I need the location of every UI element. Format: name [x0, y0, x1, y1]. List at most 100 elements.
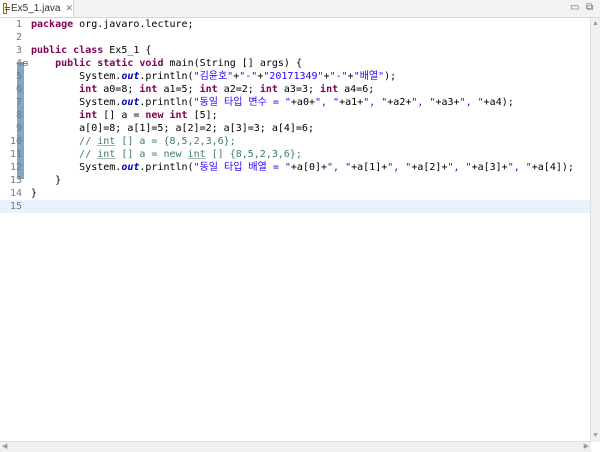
code-editor[interactable]: 1 package org.javaro.lecture; 2 3 public…: [0, 18, 591, 442]
code-text: +a[1]+: [351, 162, 388, 173]
code-line-10: 10 // int [] a = {8,5,2,3,6};: [0, 135, 591, 148]
comment: [] a = new: [115, 149, 188, 160]
code-text: +a[2]+: [411, 162, 448, 173]
maximize-icon[interactable]: ⧉: [586, 2, 593, 14]
code-text: +a0+: [290, 97, 315, 108]
comment-word: int: [187, 149, 206, 160]
line-number: 9: [15, 123, 22, 134]
line-number: 3: [15, 45, 22, 56]
minimize-icon[interactable]: ▭: [570, 2, 579, 14]
string-literal: ", ": [363, 97, 388, 108]
static-field: out: [121, 162, 140, 173]
code-text: a2=2;: [217, 84, 260, 95]
comment-word: int: [97, 136, 116, 147]
keyword: public: [31, 45, 68, 56]
line-number: 12: [9, 162, 22, 173]
keyword: class: [73, 45, 104, 56]
code-text: Ex5_1 {: [103, 45, 152, 56]
static-field: out: [121, 71, 140, 82]
comment: [] {8,5,2,3,6};: [205, 149, 302, 160]
string-literal: "-": [239, 71, 258, 82]
code-line-1: 1 package org.javaro.lecture;: [0, 18, 591, 31]
code-text: }: [31, 188, 38, 199]
keyword: int: [199, 84, 218, 95]
code-text: main(String [] args) {: [163, 58, 302, 69]
string-literal: "20171349": [263, 71, 324, 82]
string-literal: "배열": [353, 71, 385, 82]
keyword: package: [31, 19, 74, 30]
string-literal: ", ": [447, 162, 472, 173]
string-literal: ", ": [387, 162, 412, 173]
keyword: int: [139, 84, 158, 95]
keyword: int: [79, 84, 98, 95]
keyword: static: [97, 58, 134, 69]
code-text: .println(: [139, 162, 194, 173]
code-line-4: 4 ⊖ public static void main(String [] ar…: [0, 57, 591, 70]
scroll-down-arrow-icon[interactable]: ▼: [592, 432, 599, 440]
line-number: 6: [15, 84, 22, 95]
code-text: [5];: [187, 110, 218, 121]
line-number: 10: [9, 136, 22, 147]
fold-collapse-icon[interactable]: ⊖: [22, 57, 29, 70]
code-text: +a4);: [483, 97, 514, 108]
string-literal: ", ": [315, 97, 340, 108]
code-text: +a2+: [387, 97, 412, 108]
static-field: out: [121, 97, 140, 108]
code-text: +a3+: [435, 97, 460, 108]
code-text: .println(: [139, 71, 194, 82]
code-text: +a[0]+: [290, 162, 328, 173]
string-literal: ", ": [507, 162, 532, 173]
keyword: int: [169, 110, 188, 121]
code-text: a1=5;: [157, 84, 200, 95]
line-number: 11: [9, 149, 22, 160]
code-text: org.javaro.lecture;: [73, 19, 194, 30]
code-text: a0=8;: [97, 84, 140, 95]
keyword: public: [55, 58, 92, 69]
line-number: 1: [15, 19, 22, 30]
scroll-left-arrow-icon[interactable]: ◀: [2, 443, 7, 451]
line-number: 5: [15, 71, 22, 82]
keyword: int: [320, 84, 339, 95]
code-line-2: 2: [0, 31, 591, 44]
tab-ex5-1-java[interactable]: Ex5_1.java ✕: [0, 0, 74, 17]
horizontal-scrollbar[interactable]: ◀ ▶: [0, 441, 591, 452]
code-line-11: 11 // int [] a = new int [] {8,5,2,3,6};: [0, 148, 591, 161]
code-text: a[0]=8; a[1]=5; a[2]=2; a[3]=3; a[4]=6;: [31, 123, 314, 134]
line-number: 4: [15, 58, 22, 69]
code-line-12: 12 System.out.println("동일 타입 배열 = "+a[0]…: [0, 161, 591, 174]
code-line-7: 7 System.out.println("동일 타입 변수 = "+a0+",…: [0, 96, 591, 109]
line-number: 15: [9, 201, 22, 212]
code-text: a4=6;: [338, 84, 375, 95]
string-literal: ", ": [327, 162, 352, 173]
keyword: int: [79, 110, 98, 121]
line-number: 2: [15, 32, 22, 43]
string-literal: ", ": [411, 97, 436, 108]
line-number: 7: [15, 97, 22, 108]
java-file-icon: [3, 3, 10, 14]
line-number: 8: [15, 110, 22, 121]
scroll-up-arrow-icon[interactable]: ▲: [592, 20, 599, 28]
code-text: .println(: [139, 97, 194, 108]
code-line-8: 8 int [] a = new int [5];: [0, 109, 591, 122]
code-text: a3=3;: [277, 84, 321, 95]
code-text: }: [31, 175, 62, 186]
vertical-scrollbar[interactable]: ▲ ▼: [590, 18, 600, 442]
comment-word: int: [97, 149, 116, 160]
string-literal: "김윤호": [193, 71, 234, 82]
code-text: System.: [31, 162, 122, 173]
code-text: +a1+: [339, 97, 364, 108]
keyword: void: [139, 58, 164, 69]
string-literal: ", ": [459, 97, 484, 108]
comment: //: [79, 149, 98, 160]
code-text: +a[4]);: [531, 162, 574, 173]
code-line-3: 3 public class Ex5_1 {: [0, 44, 591, 57]
line-number: 13: [9, 175, 22, 186]
close-icon[interactable]: ✕: [65, 4, 73, 13]
scroll-right-arrow-icon[interactable]: ▶: [584, 443, 589, 451]
code-line-9: 9 a[0]=8; a[1]=5; a[2]=2; a[3]=3; a[4]=6…: [0, 122, 591, 135]
code-text: System.: [31, 97, 122, 108]
